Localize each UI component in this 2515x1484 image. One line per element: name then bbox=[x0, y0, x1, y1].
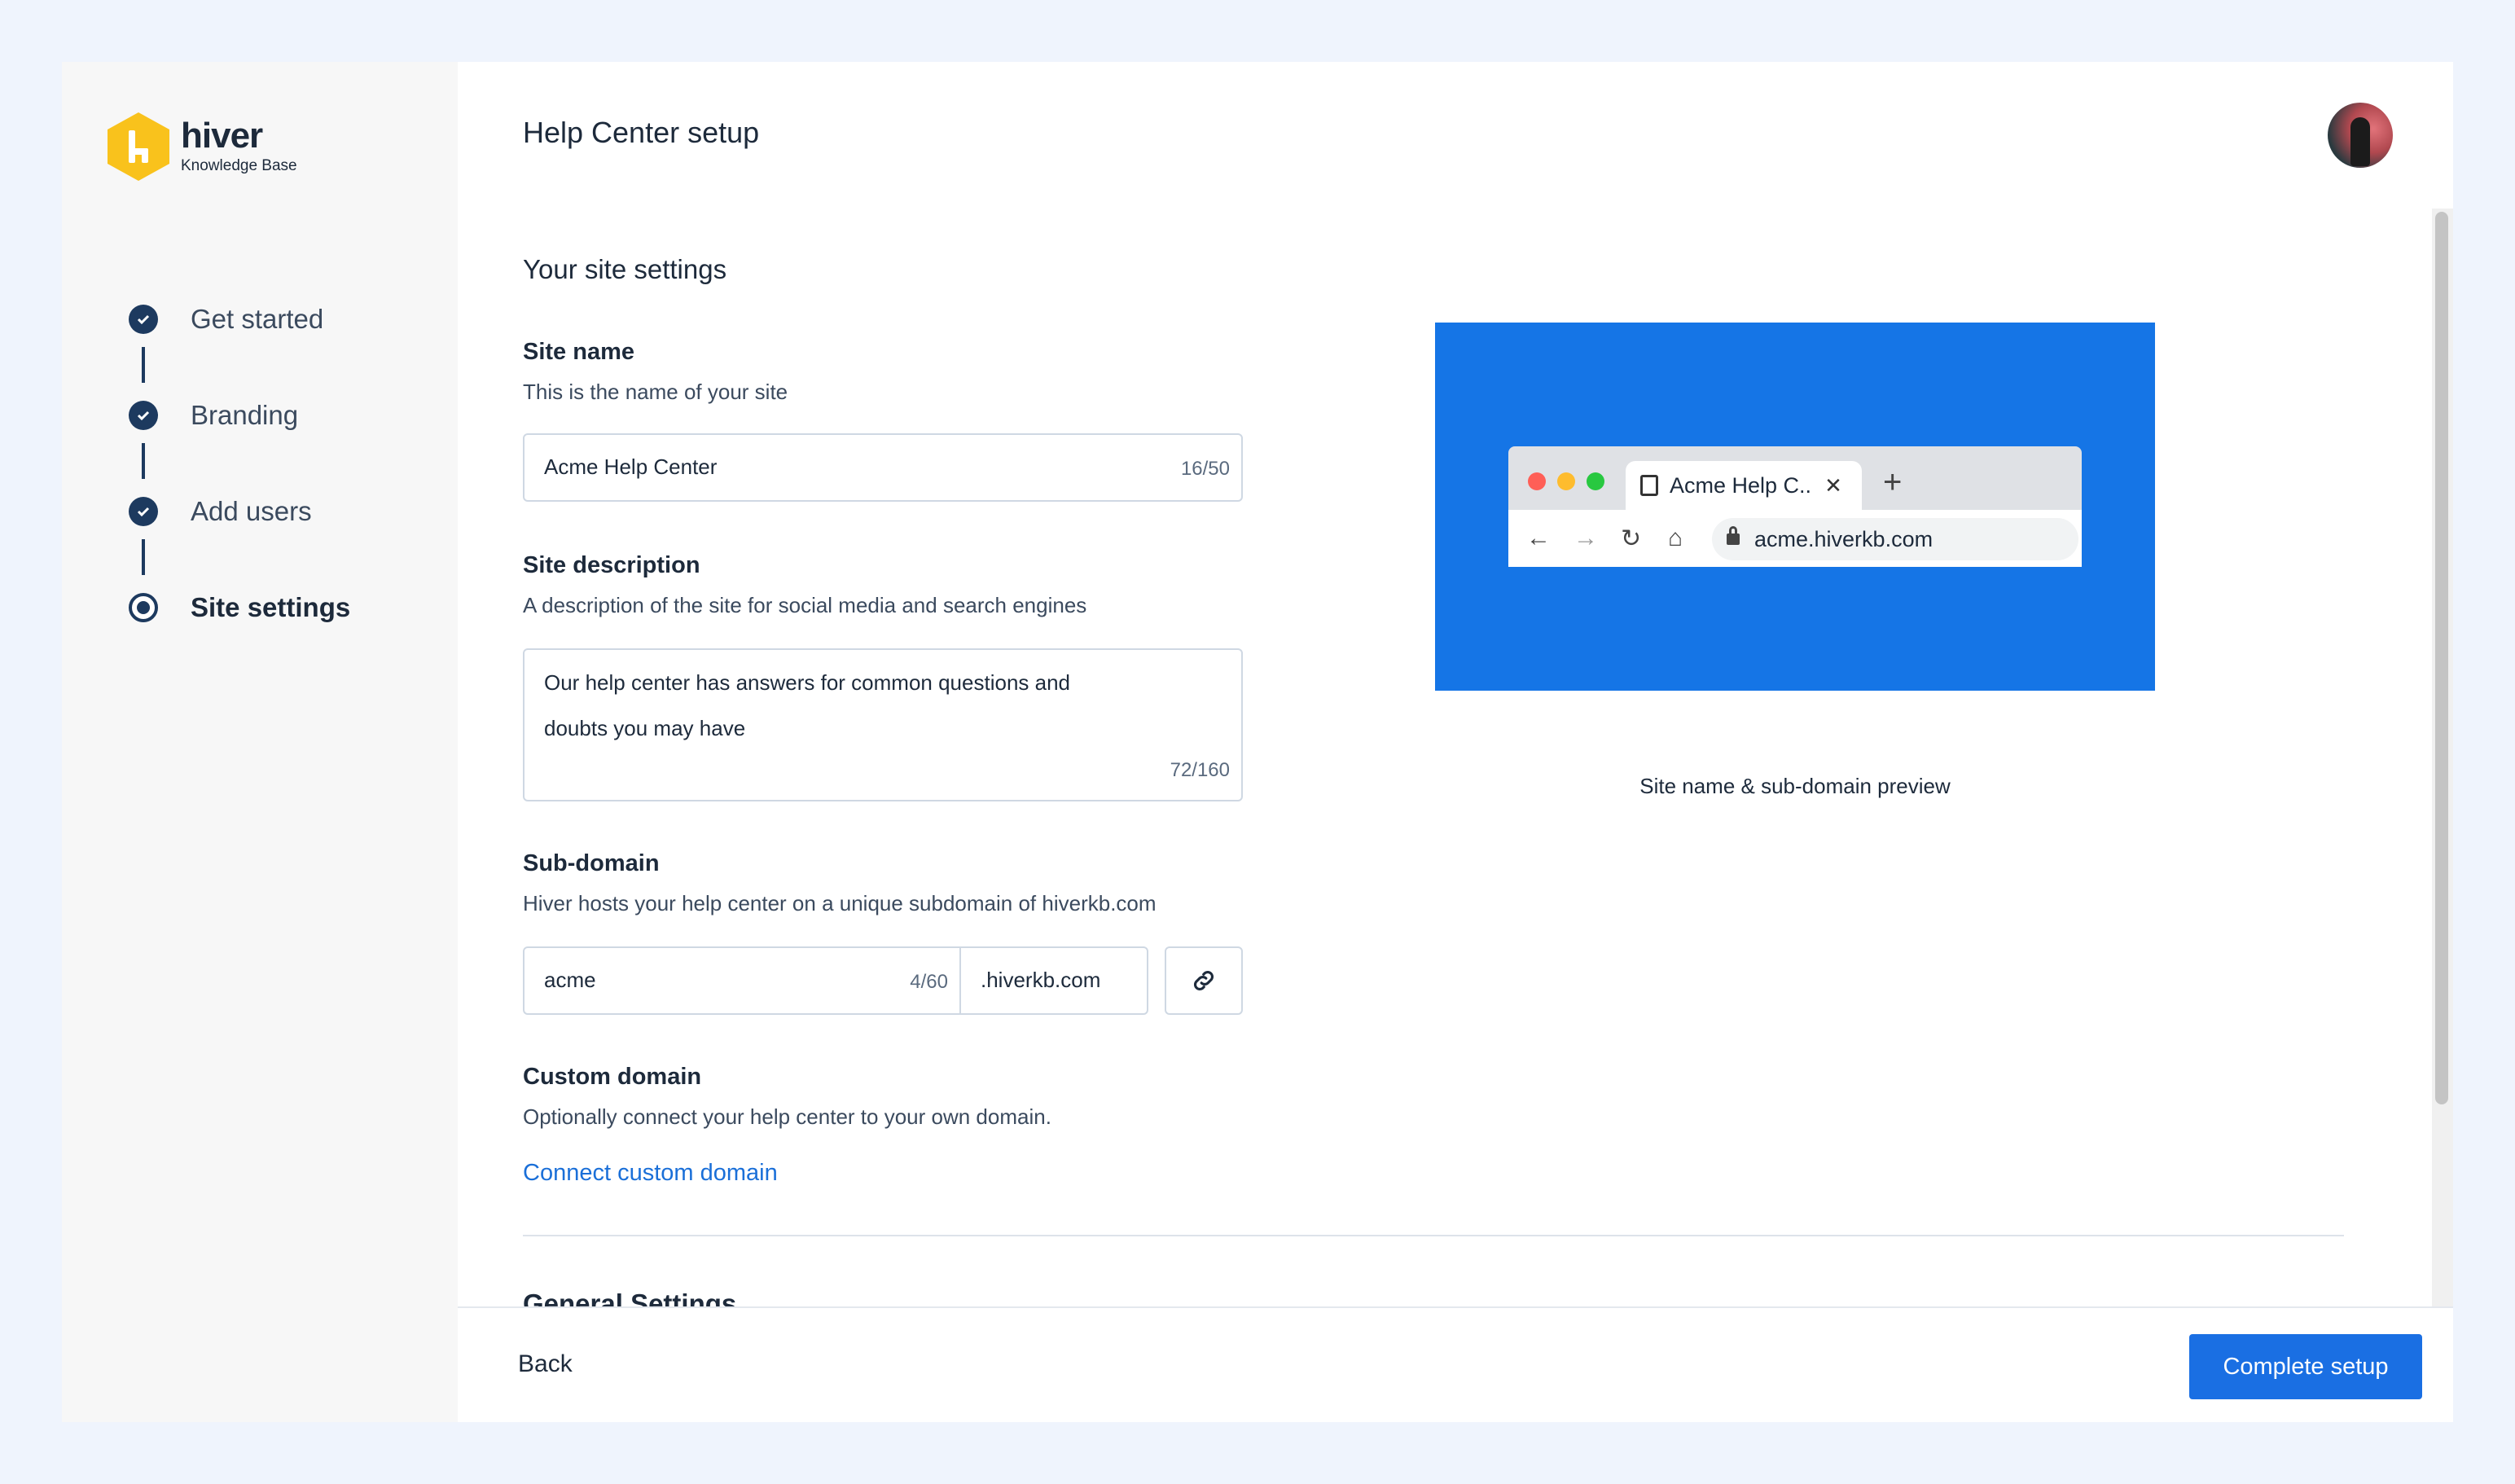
custom-domain-label: Custom domain bbox=[523, 1064, 702, 1090]
window-controls bbox=[1528, 472, 1604, 490]
browser-mock: Acme Help C.. ✕ + ← → ↻ ⌂ acme.hiverkb.c… bbox=[1508, 446, 2082, 567]
forward-arrow-icon: → bbox=[1574, 525, 1598, 551]
step-label: Branding bbox=[191, 400, 299, 430]
reload-icon: ↻ bbox=[1621, 525, 1642, 552]
section-divider bbox=[523, 1235, 2344, 1236]
step-connector bbox=[142, 443, 145, 479]
setup-steps: Get started Branding Add users Site sett… bbox=[129, 303, 350, 640]
step-site-settings[interactable]: Site settings bbox=[129, 591, 350, 640]
site-preview: Acme Help C.. ✕ + ← → ↻ ⌂ acme.hiverkb.c… bbox=[1435, 323, 2155, 691]
close-icon: ✕ bbox=[1824, 472, 1842, 498]
subdomain-input[interactable]: acme 4/60 bbox=[523, 946, 961, 1015]
sidebar: hiver Knowledge Base Get started Brandin… bbox=[62, 62, 458, 1422]
copy-link-button[interactable] bbox=[1165, 946, 1243, 1015]
brand-subtitle: Knowledge Base bbox=[181, 157, 297, 174]
subdomain-label: Sub-domain bbox=[523, 850, 660, 876]
tab-title: Acme Help C.. bbox=[1670, 472, 1812, 498]
site-description-label: Site description bbox=[523, 552, 700, 578]
check-icon bbox=[129, 305, 158, 334]
footer-bar: Back Complete setup bbox=[458, 1306, 2453, 1422]
brand-logo: hiver Knowledge Base bbox=[108, 112, 297, 181]
app-window: hiver Knowledge Base Get started Brandin… bbox=[62, 62, 2453, 1422]
step-get-started[interactable]: Get started bbox=[129, 303, 350, 399]
connect-custom-domain-link[interactable]: Connect custom domain bbox=[523, 1160, 778, 1187]
back-button[interactable]: Back bbox=[518, 1350, 573, 1378]
site-name-help: This is the name of your site bbox=[523, 380, 788, 404]
char-count: 4/60 bbox=[910, 971, 948, 993]
maximize-dot-icon bbox=[1587, 472, 1604, 490]
back-arrow-icon: ← bbox=[1526, 525, 1551, 551]
current-step-icon bbox=[129, 593, 158, 622]
step-connector bbox=[142, 539, 145, 575]
check-icon bbox=[129, 497, 158, 526]
site-description-value: Our help center has answers for common q… bbox=[544, 670, 1071, 740]
hiver-logo-icon bbox=[108, 112, 169, 181]
char-count: 16/50 bbox=[1180, 458, 1230, 480]
subdomain-value: acme bbox=[544, 968, 596, 992]
preview-caption: Site name & sub-domain preview bbox=[1639, 774, 1951, 798]
minimize-dot-icon bbox=[1557, 472, 1575, 490]
step-branding[interactable]: Branding bbox=[129, 399, 350, 495]
user-avatar[interactable] bbox=[2328, 103, 2393, 168]
step-add-users[interactable]: Add users bbox=[129, 495, 350, 591]
subdomain-suffix-text: .hiverkb.com bbox=[981, 968, 1101, 992]
char-count: 72/160 bbox=[1170, 759, 1230, 781]
brand-name: hiver bbox=[181, 116, 263, 156]
custom-domain-help: Optionally connect your help center to y… bbox=[523, 1104, 1051, 1129]
plus-icon: + bbox=[1883, 464, 1903, 500]
check-icon bbox=[129, 401, 158, 430]
site-name-value: Acme Help Center bbox=[544, 454, 718, 479]
browser-toolbar: ← → ↻ ⌂ acme.hiverkb.com bbox=[1508, 510, 2082, 567]
site-description-textarea[interactable]: Our help center has answers for common q… bbox=[523, 648, 1243, 801]
home-icon: ⌂ bbox=[1668, 525, 1683, 551]
url-bar: acme.hiverkb.com bbox=[1712, 518, 2078, 560]
site-name-input[interactable]: Acme Help Center 16/50 bbox=[523, 433, 1243, 502]
section-title: Your site settings bbox=[523, 254, 727, 284]
scrollbar-thumb[interactable] bbox=[2435, 212, 2448, 1104]
step-connector bbox=[142, 347, 145, 383]
browser-tab: Acme Help C.. ✕ bbox=[1626, 461, 1862, 510]
lock-icon bbox=[1727, 526, 1740, 545]
subdomain-suffix: .hiverkb.com bbox=[959, 946, 1148, 1015]
close-dot-icon bbox=[1528, 472, 1546, 490]
subdomain-help: Hiver hosts your help center on a unique… bbox=[523, 891, 1157, 915]
page-title: Help Center setup bbox=[523, 116, 760, 149]
step-label: Site settings bbox=[191, 592, 351, 622]
link-icon bbox=[1193, 970, 1214, 991]
main-content: Help Center setup Your site settings Sit… bbox=[458, 62, 2453, 1422]
step-label: Add users bbox=[191, 496, 312, 526]
site-description-help: A description of the site for social med… bbox=[523, 593, 1087, 617]
url-text: acme.hiverkb.com bbox=[1754, 526, 1933, 551]
site-name-label: Site name bbox=[523, 339, 634, 365]
complete-setup-button[interactable]: Complete setup bbox=[2189, 1334, 2422, 1399]
book-icon bbox=[1640, 475, 1658, 496]
step-label: Get started bbox=[191, 304, 324, 334]
